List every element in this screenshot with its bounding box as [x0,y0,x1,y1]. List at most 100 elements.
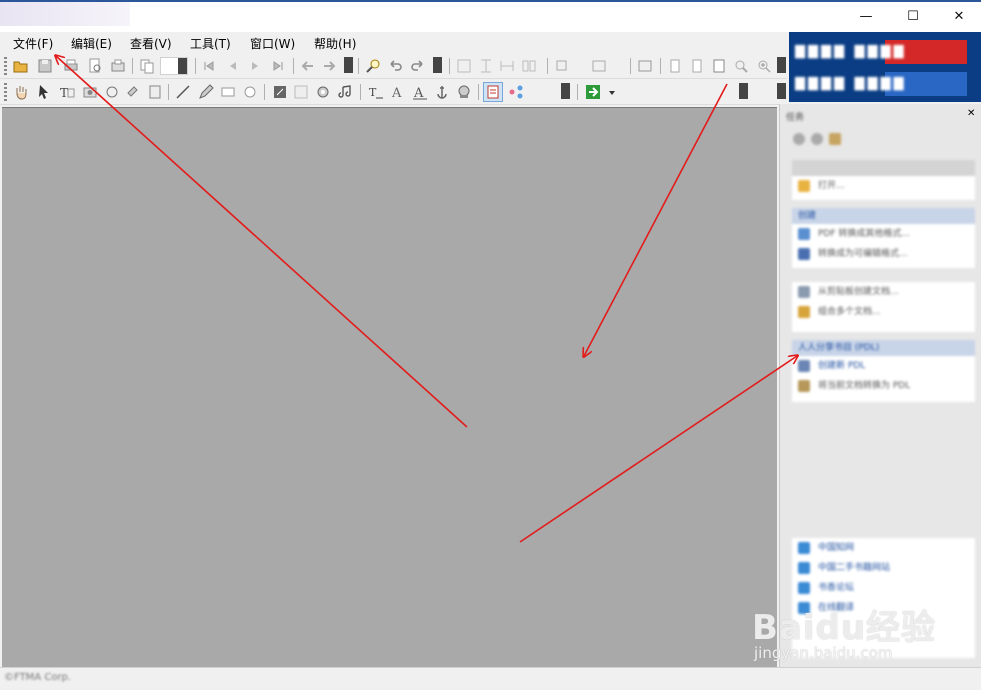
task-new-pdl-item[interactable]: 创建新 PDL [792,356,975,376]
task-pane-close-icon[interactable]: ✕ [967,108,975,119]
line-tool-icon[interactable] [174,83,192,101]
task-link-item[interactable]: 中国知网 [792,538,975,558]
layout-icon[interactable] [590,57,608,75]
attach-icon[interactable] [314,83,332,101]
watermark-url: jingyan.baidu.com [754,644,893,662]
standard-toolbar [0,54,787,79]
go-icon[interactable] [584,83,602,101]
save-icon[interactable] [36,57,54,75]
rotate-tool-icon[interactable] [103,83,121,101]
task-link-item[interactable]: 中国二手书籍网站 [792,558,975,578]
task-group-pdl: 人人分享书目 (PDL) 创建新 PDL 将当前文档转换为 PDL [792,340,975,402]
back-icon[interactable] [299,57,317,75]
share-icon[interactable] [507,83,525,101]
toolbar2-overflow-a[interactable] [736,83,748,101]
facing-page-icon[interactable] [710,57,728,75]
task-combine-item[interactable]: 组合多个文档... [792,302,975,322]
ellipse-tool-icon[interactable] [241,83,259,101]
status-text: ©FTMA Corp. [4,672,72,683]
hand-tool-icon[interactable] [12,83,30,101]
toolbar1-combo-c[interactable] [430,57,442,75]
stamp-icon[interactable] [292,83,310,101]
task-link-item[interactable]: 书香论坛 [792,578,975,598]
prev-page-icon[interactable] [224,57,242,75]
task-open-item[interactable]: 打开... [792,176,975,196]
toolbar1-combo-b[interactable] [341,57,353,75]
text-select-icon[interactable]: T [58,83,76,101]
redo-icon[interactable] [409,57,427,75]
task-pane: 任务 ✕ 打开... 创建 PDF 转换成其他格式... 转换成为可编辑格式..… [779,104,981,667]
rectangle-tool-icon[interactable] [219,83,237,101]
close-button[interactable]: ✕ [936,2,981,32]
menu-window[interactable]: 窗口(W) [248,35,297,53]
ad-line-2: ▇▇▇▇ ▇▇▇▇ [795,76,907,91]
zoom-in-icon[interactable] [755,57,773,75]
attach-page-icon[interactable] [146,83,164,101]
toolbar2-combo[interactable] [530,83,570,101]
snapshot-icon[interactable] [81,83,99,101]
font-icon[interactable]: A [411,83,429,101]
menu-view[interactable]: 查看(V) [128,35,174,53]
task-pane-nav[interactable] [790,130,976,148]
toolbar1-combo-a[interactable] [160,57,188,75]
task-editable-item[interactable]: 转换成为可编辑格式... [792,244,975,264]
note-icon[interactable] [271,83,289,101]
print-preview-icon[interactable] [86,57,104,75]
fit-width-icon[interactable] [498,57,516,75]
title-bar: — ☐ ✕ [0,0,981,32]
svg-text:T: T [369,86,377,99]
link-tool-icon[interactable] [124,83,142,101]
task-convert-item[interactable]: PDF 转换成其他格式... [792,224,975,244]
columns-icon[interactable] [520,57,538,75]
document-workspace[interactable] [2,107,777,668]
go-dropdown-icon[interactable] [603,83,615,101]
signature-icon[interactable] [455,83,473,101]
select-arrow-icon[interactable] [35,83,53,101]
toolbar-grip[interactable] [4,83,7,101]
minimize-button[interactable]: — [843,2,889,32]
menu-file[interactable]: 文件(F) [11,35,55,53]
undo-icon[interactable] [386,57,404,75]
task-pane-title: 任务 [786,113,805,123]
sound-icon[interactable] [336,83,354,101]
task-group-header: 人人分享书目 (PDL) [792,340,975,356]
toolbar2-overflow-b[interactable] [776,83,786,101]
toolbar1-overflow[interactable] [776,57,786,75]
find-icon[interactable] [364,57,382,75]
toolbar-grip[interactable] [4,57,7,75]
select-area-icon[interactable] [455,57,473,75]
svg-text:T: T [60,86,68,100]
menu-edit[interactable]: 编辑(E) [69,35,114,53]
fit-height-icon[interactable] [477,57,495,75]
open-folder-icon[interactable] [12,57,30,75]
forward-icon[interactable] [320,57,338,75]
task-clipboard-item[interactable]: 从剪贴板创建文档... [792,282,975,302]
zoom-out-icon[interactable] [732,57,750,75]
rotate-icon[interactable] [553,57,571,75]
ad-line-1: ▇▇▇▇ ▇▇▇▇ [795,44,907,59]
next-page-icon[interactable] [246,57,264,75]
print-icon[interactable] [62,57,80,75]
menu-bar: 文件(F) 编辑(E) 查看(V) 工具(T) 窗口(W) 帮助(H) [0,32,787,54]
anchor-icon[interactable] [433,83,451,101]
watermark: Baidu经验 jingyan.baidu.com [750,600,980,666]
svg-text:A: A [391,86,402,101]
menu-help[interactable]: 帮助(H) [312,35,358,53]
properties-icon[interactable] [483,82,503,102]
scan-icon[interactable] [109,57,127,75]
maximize-button[interactable]: ☐ [890,2,936,32]
single-page-icon[interactable] [666,57,684,75]
last-page-icon[interactable] [269,57,287,75]
task-convert-pdl-item[interactable]: 将当前文档转换为 PDL [792,376,975,396]
first-page-icon[interactable] [200,57,218,75]
menu-tools[interactable]: 工具(T) [188,35,233,53]
ad-banner[interactable]: ▇▇▇▇ ▇▇▇▇ ▇▇▇▇ ▇▇▇▇ [789,32,981,102]
continuous-page-icon[interactable] [688,57,706,75]
task-group-open: 打开... [792,160,975,200]
text-style-icon[interactable]: A [389,83,407,101]
window-title-blurred [0,2,130,26]
copy-icon[interactable] [138,57,156,75]
fullscreen-icon[interactable] [636,57,654,75]
typewriter-icon[interactable]: T [367,83,385,101]
pencil-tool-icon[interactable] [197,83,215,101]
